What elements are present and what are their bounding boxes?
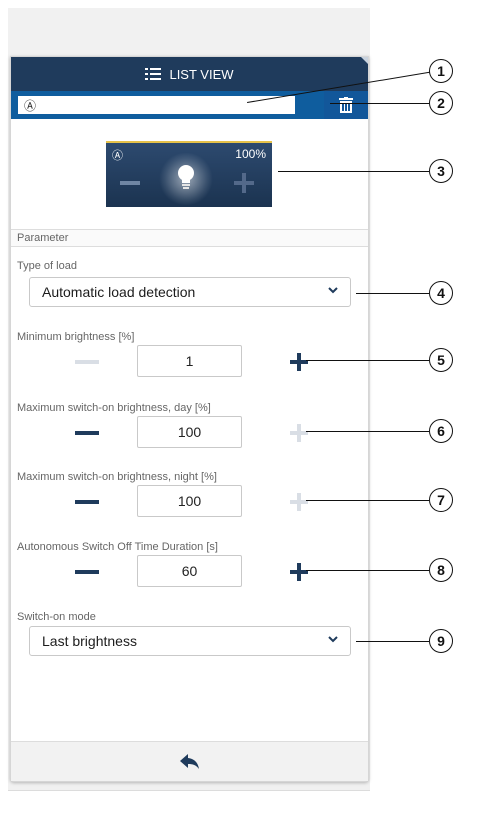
callout-line-3 <box>278 171 429 172</box>
callout-9: 9 <box>429 629 453 653</box>
tile-brighten-button-v[interactable] <box>242 173 246 193</box>
callout-3: 3 <box>429 159 453 183</box>
callout-4: 4 <box>429 281 453 305</box>
off-time-input[interactable]: 60 <box>137 555 242 587</box>
footer-bar <box>11 741 368 781</box>
back-arrow-icon[interactable] <box>179 753 200 770</box>
max-day-input[interactable]: 100 <box>137 416 242 448</box>
corner-marker <box>361 57 368 64</box>
max-day-label: Maximum switch-on brightness, day [%] <box>17 402 211 414</box>
off-time-increase-button[interactable] <box>287 560 311 584</box>
chevron-down-icon <box>328 636 338 643</box>
switch-on-mode-select[interactable]: Last brightness <box>29 626 351 656</box>
min-brightness-label: Minimum brightness [%] <box>17 331 135 343</box>
max-day-decrease-button[interactable] <box>75 421 99 445</box>
min-brightness-decrease-button[interactable] <box>75 350 99 374</box>
callout-5: 5 <box>429 348 453 372</box>
callout-line-6 <box>306 431 429 432</box>
callout-line-2 <box>330 103 429 104</box>
bottom-divider <box>8 790 370 791</box>
max-night-increase-button[interactable] <box>287 490 311 514</box>
type-of-load-select[interactable]: Automatic load detection <box>29 277 351 307</box>
trash-icon <box>339 97 353 113</box>
callout-line-9 <box>356 641 429 642</box>
max-night-decrease-button[interactable] <box>75 490 99 514</box>
header-title: LIST VIEW <box>169 66 234 82</box>
bulb-icon <box>178 165 194 189</box>
callout-line-4 <box>356 293 429 294</box>
callout-line-8 <box>306 570 429 571</box>
switch-on-mode-label: Switch-on mode <box>17 611 96 623</box>
type-of-load-label: Type of load <box>17 260 77 272</box>
light-control-tile[interactable]: Ⓐ 100% <box>106 141 272 207</box>
tile-dim-button[interactable] <box>120 181 140 185</box>
max-night-input[interactable]: 100 <box>137 485 242 517</box>
type-of-load-value: Automatic load detection <box>42 284 196 300</box>
callout-8: 8 <box>429 558 453 582</box>
brightness-value: 100% <box>235 147 266 161</box>
callout-6: 6 <box>429 419 453 443</box>
callout-2: 2 <box>429 91 453 115</box>
auto-mode-symbol: Ⓐ <box>112 149 123 162</box>
off-time-label: Autonomous Switch Off Time Duration [s] <box>17 541 218 553</box>
switch-on-mode-value: Last brightness <box>42 633 137 649</box>
list-icon <box>145 68 162 80</box>
callout-line-7 <box>306 500 429 501</box>
parameter-section-header: Parameter <box>11 229 368 247</box>
callout-7: 7 <box>429 488 453 512</box>
off-time-decrease-button[interactable] <box>75 560 99 584</box>
callout-1: 1 <box>429 59 453 83</box>
device-panel: LIST VIEW Ⓐ Ⓐ 100% Parameter Type of loa… <box>10 56 369 782</box>
callout-line-5 <box>306 360 429 361</box>
delete-button[interactable] <box>324 91 368 119</box>
device-name-input[interactable]: Ⓐ <box>18 96 295 114</box>
min-brightness-input[interactable]: 1 <box>137 345 242 377</box>
list-view-header[interactable]: LIST VIEW <box>11 57 368 91</box>
min-brightness-increase-button[interactable] <box>287 350 311 374</box>
max-day-increase-button[interactable] <box>287 421 311 445</box>
name-bar: Ⓐ <box>11 91 368 119</box>
max-night-label: Maximum switch-on brightness, night [%] <box>17 471 217 483</box>
chevron-down-icon <box>328 287 338 294</box>
